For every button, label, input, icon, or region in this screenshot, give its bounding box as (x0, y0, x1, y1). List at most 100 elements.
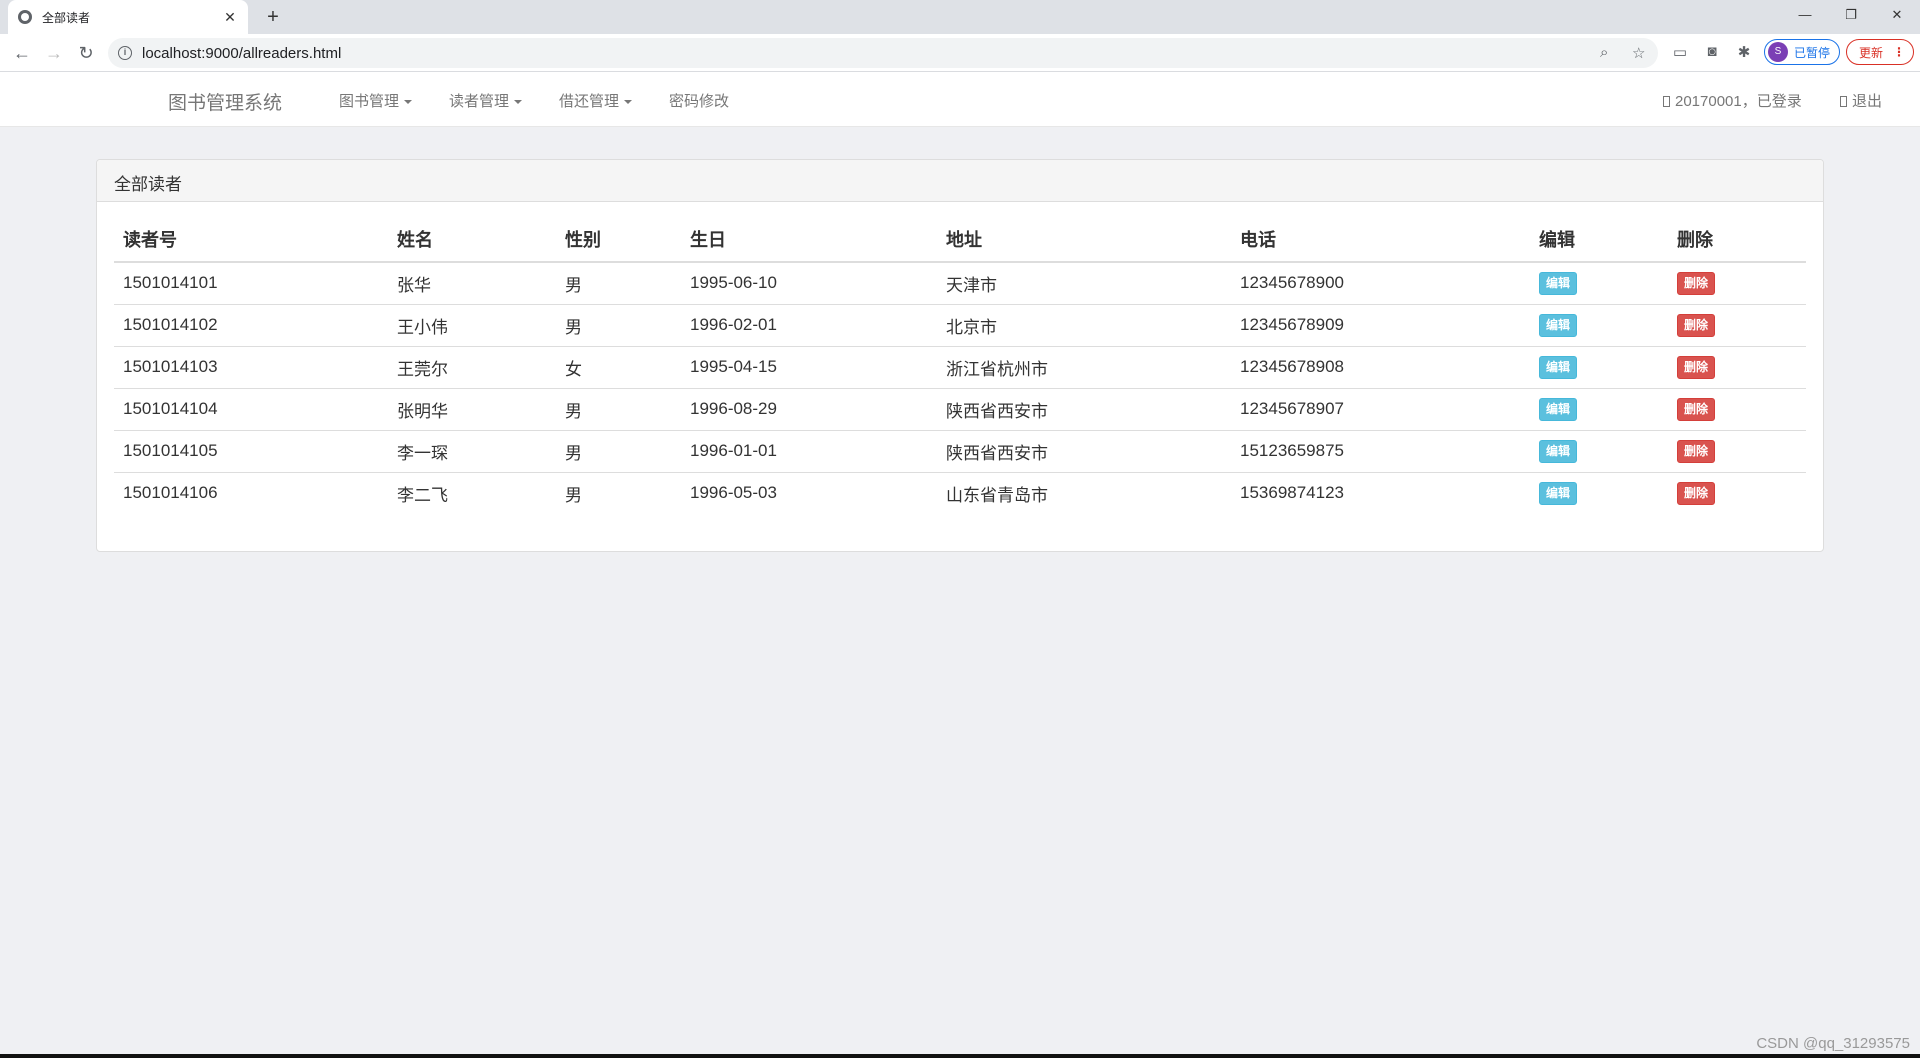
panel-title: 全部读者 (97, 160, 1823, 202)
delete-button[interactable]: 删除 (1677, 439, 1716, 463)
cell-reader-id: 1501014106 (123, 483, 218, 503)
edit-button[interactable]: 编辑 (1539, 439, 1578, 463)
header-name: 姓名 (388, 217, 556, 263)
update-label: 更新 (1859, 45, 1884, 60)
globe-icon (18, 10, 32, 24)
edit-button[interactable]: 编辑 (1539, 355, 1578, 379)
cell-phone: 12345678908 (1231, 346, 1530, 389)
cell-name: 张明华 (388, 388, 556, 431)
table-row: 1501014106 李二飞 男 1996-05-03 山东省青岛市 15369… (114, 472, 1806, 514)
app-navbar: 图书管理系统 图书管理 读者管理 借还管理 密码修改 20170001，已登录 … (0, 72, 1920, 127)
cell-address: 山东省青岛市 (946, 485, 1048, 505)
cell-gender: 男 (556, 430, 681, 473)
screen-cast-icon[interactable]: ▭ (1670, 43, 1690, 61)
restore-button[interactable]: ❐ (1828, 0, 1874, 30)
back-button[interactable]: ← (10, 41, 34, 65)
cell-reader-id: 1501014101 (114, 262, 388, 305)
cell-gender: 男 (556, 388, 681, 431)
bookmark-star-icon[interactable]: ☆ (1632, 44, 1645, 62)
cell-name: 李一琛 (388, 430, 556, 473)
delete-button[interactable]: 删除 (1677, 397, 1716, 421)
info-icon[interactable]: i (118, 46, 132, 60)
cell-name: 王小伟 (388, 304, 556, 347)
table-row: 1501014103 王莞尔 女 1995-04-15 浙江省杭州市 12345… (114, 346, 1806, 389)
cell-address: 天津市 (937, 262, 1231, 305)
cell-reader-id: 1501014103 (114, 346, 388, 389)
cell-reader-id: 1501014104 (114, 388, 388, 431)
table-row: 1501014101 张华 男 1995-06-10 天津市 123456789… (114, 262, 1806, 305)
brand-title[interactable]: 图书管理系统 (168, 88, 282, 115)
menu-reader-management[interactable]: 读者管理 (449, 90, 523, 111)
cell-birthday: 1995-06-10 (681, 262, 937, 305)
user-status-label: 20170001，已登录 (1675, 93, 1802, 110)
logout-label: 退出 (1852, 93, 1883, 110)
menu-label: 图书管理 (339, 93, 400, 110)
new-tab-button[interactable]: + (260, 4, 286, 30)
user-icon (1663, 96, 1670, 107)
cell-name: 李二飞 (397, 485, 448, 505)
cell-birthday: 1996-05-03 (690, 483, 777, 503)
header-address: 地址 (937, 217, 1231, 263)
url-text: localhost:9000/allreaders.html (142, 44, 342, 62)
edit-button[interactable]: 编辑 (1539, 397, 1578, 421)
avatar: S (1768, 42, 1788, 62)
cell-phone: 12345678909 (1231, 304, 1530, 347)
menu-label: 读者管理 (449, 93, 510, 110)
readers-table: 读者号 姓名 性别 生日 地址 电话 编辑 删除 1501014101 张华 男… (114, 217, 1806, 514)
header-phone: 电话 (1231, 217, 1530, 263)
header-gender: 性别 (556, 217, 681, 263)
table-row: 1501014105 李一琛 男 1996-01-01 陕西省西安市 15123… (114, 430, 1806, 473)
forward-button[interactable]: → (42, 41, 66, 65)
cell-reader-id: 1501014105 (114, 430, 388, 473)
delete-button[interactable]: 删除 (1677, 481, 1716, 505)
address-bar[interactable]: i localhost:9000/allreaders.html ⌕ ☆ (108, 38, 1658, 68)
edit-button[interactable]: 编辑 (1539, 313, 1578, 337)
cell-gender: 男 (565, 485, 582, 505)
browser-tabstrip: 全部读者 ✕ + — ❐ ✕ (0, 0, 1920, 34)
update-button[interactable]: 更新 ⋮ (1846, 39, 1914, 65)
cell-birthday: 1996-02-01 (681, 304, 937, 347)
readers-panel: 全部读者 读者号 姓名 性别 生日 地址 电话 编辑 删除 1501014101… (96, 159, 1824, 552)
menu-book-management[interactable]: 图书管理 (339, 90, 413, 111)
extensions-puzzle-icon[interactable]: ✱ (1734, 43, 1754, 61)
cell-name: 王莞尔 (388, 346, 556, 389)
profile-button[interactable]: S 已暂停 (1764, 39, 1840, 65)
header-reader-id: 读者号 (114, 217, 388, 263)
menu-dots-icon[interactable]: ⋮ (1893, 45, 1905, 59)
delete-button[interactable]: 删除 (1677, 313, 1716, 337)
caret-down-icon (404, 100, 413, 105)
menu-borrow-management[interactable]: 借还管理 (559, 90, 633, 111)
tab-close-icon[interactable]: ✕ (222, 9, 238, 26)
menu-change-password[interactable]: 密码修改 (669, 90, 729, 111)
table-header-row: 读者号 姓名 性别 生日 地址 电话 编辑 删除 (114, 217, 1806, 263)
browser-toolbar: ← → ↻ i localhost:9000/allreaders.html ⌕… (0, 34, 1920, 72)
delete-button[interactable]: 删除 (1677, 355, 1716, 379)
menu-label: 借还管理 (559, 93, 620, 110)
reload-button[interactable]: ↻ (74, 41, 98, 65)
logout-icon (1840, 96, 1847, 107)
cell-address: 北京市 (937, 304, 1231, 347)
browser-tab[interactable]: 全部读者 ✕ (8, 0, 248, 34)
edit-button[interactable]: 编辑 (1539, 271, 1578, 295)
cell-phone: 12345678907 (1231, 388, 1530, 431)
user-status[interactable]: 20170001，已登录 (1663, 90, 1802, 111)
logout-link[interactable]: 退出 (1840, 90, 1882, 111)
caret-down-icon (624, 100, 633, 105)
header-delete: 删除 (1668, 217, 1806, 263)
minimize-button[interactable]: — (1782, 0, 1828, 30)
tab-title: 全部读者 (42, 10, 91, 25)
cell-address: 浙江省杭州市 (937, 346, 1231, 389)
camera-icon[interactable]: ◙ (1702, 43, 1722, 60)
cell-gender: 女 (556, 346, 681, 389)
taskbar (0, 1054, 1920, 1058)
cell-phone: 15369874123 (1240, 483, 1345, 503)
cell-birthday: 1996-01-01 (681, 430, 937, 473)
caret-down-icon (514, 100, 523, 105)
edit-button[interactable]: 编辑 (1539, 481, 1578, 505)
cell-name: 张华 (388, 262, 556, 305)
delete-button[interactable]: 删除 (1677, 271, 1716, 295)
profile-status: 已暂停 (1794, 45, 1831, 60)
zoom-icon[interactable]: ⌕ (1600, 44, 1608, 61)
header-birthday: 生日 (681, 217, 937, 263)
window-close-button[interactable]: ✕ (1874, 0, 1920, 30)
